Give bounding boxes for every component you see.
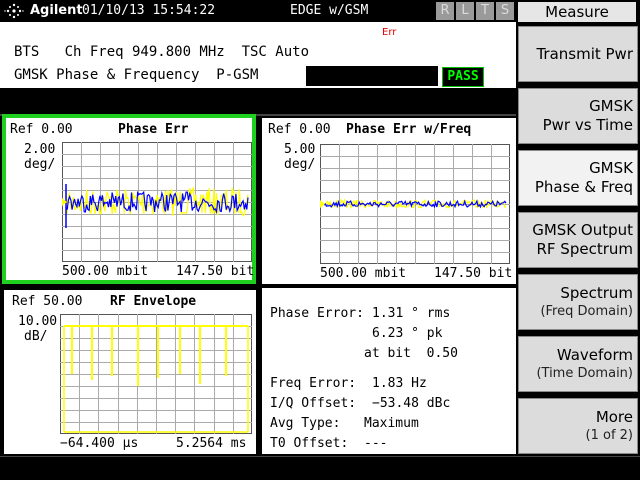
phase-err-freq-window[interactable]: Ref 0.00 Phase Err w/Freq 5.00 deg/ 500.… bbox=[262, 118, 516, 284]
phase-error-label: Phase Error: bbox=[270, 306, 364, 321]
x-start: 500.00 mbit bbox=[62, 264, 149, 279]
rf-envelope-graph bbox=[60, 314, 252, 434]
x-stop: 147.50 bit bbox=[176, 264, 255, 279]
t0-offset-value: --- bbox=[364, 436, 388, 451]
date-time: 01/10/13 15:54:22 bbox=[82, 3, 216, 18]
remote-indicator: R bbox=[436, 2, 454, 20]
listen-indicator: L bbox=[456, 2, 474, 20]
measurement-name: GMSK Phase & Frequency P-GSM bbox=[14, 67, 259, 83]
talk-indicator: T bbox=[476, 2, 494, 20]
message-box bbox=[306, 66, 438, 86]
softkey-spectrum[interactable]: Spectrum (Freq Domain) bbox=[518, 274, 638, 330]
softkey-gmsk-phase-freq[interactable]: GMSK Phase & Freq bbox=[518, 150, 638, 206]
phase-err-freq-graph bbox=[320, 144, 510, 264]
scale-unit: dB/ bbox=[24, 329, 48, 344]
brand-name: Agilent bbox=[30, 3, 83, 18]
analyzer-screen: Agilent 01/10/13 15:54:22 EDGE w/GSM R L… bbox=[0, 0, 640, 480]
softkey-panel: Measure Transmit Pwr GMSK Pwr vs Time GM… bbox=[516, 0, 640, 480]
softkey-label: Phase & Freq bbox=[534, 178, 633, 196]
softkey-sublabel: (Freq Domain) bbox=[540, 304, 633, 319]
softkey-label: More bbox=[595, 408, 633, 426]
agilent-logo-icon bbox=[4, 3, 24, 19]
softkey-label: Waveform bbox=[556, 346, 633, 364]
top-bar: Agilent 01/10/13 15:54:22 EDGE w/GSM R L… bbox=[0, 0, 516, 22]
error-indicator[interactable]: Err bbox=[382, 27, 396, 38]
softkey-label: GMSK bbox=[589, 97, 633, 115]
x-start: 500.00 mbit bbox=[320, 266, 407, 281]
softkey-label: GMSK Output bbox=[532, 221, 633, 239]
status-band bbox=[0, 88, 516, 116]
scale-value: 5.00 bbox=[284, 142, 316, 157]
scale-unit: deg/ bbox=[24, 157, 56, 172]
freq-error-value: 1.83 Hz bbox=[372, 376, 427, 391]
x-stop: 5.2564 ms bbox=[176, 436, 247, 451]
rf-envelope-window[interactable]: Ref 50.00 RF Envelope 10.00 dB/ −64.400 … bbox=[4, 290, 256, 454]
pass-badge: PASS bbox=[442, 67, 484, 87]
srq-indicator: S bbox=[496, 2, 514, 20]
softkey-sublabel: (1 of 2) bbox=[585, 428, 633, 443]
phase-error-at-bit: at bit 0.50 bbox=[364, 346, 458, 361]
softkey-transmit-pwr[interactable]: Transmit Pwr bbox=[518, 26, 638, 82]
phase-err-window[interactable]: Ref 0.00 Phase Err 2.00 deg/ 500.00 mbit… bbox=[2, 114, 256, 284]
phase-error-pk: 6.23 ° pk bbox=[372, 326, 443, 341]
window-title: Phase Err w/Freq bbox=[346, 122, 472, 137]
status-bar bbox=[0, 456, 640, 480]
softkey-waveform[interactable]: Waveform (Time Domain) bbox=[518, 336, 638, 392]
measurement-info-panel: Err BTS Ch Freq 949.800 MHz TSC Auto GMS… bbox=[0, 22, 516, 88]
softkey-gmsk-output-rf-spectrum[interactable]: GMSK Output RF Spectrum bbox=[518, 212, 638, 268]
avg-type-value: Maximum bbox=[364, 416, 419, 431]
softkey-label: Spectrum bbox=[560, 284, 633, 302]
phase-err-graph bbox=[62, 142, 252, 262]
divider bbox=[0, 114, 516, 116]
x-start: −64.400 µs bbox=[60, 436, 139, 451]
softkey-label: Transmit Pwr bbox=[536, 44, 633, 63]
scale-value: 10.00 bbox=[18, 314, 58, 329]
scale-unit: deg/ bbox=[284, 157, 316, 172]
softkey-label: GMSK bbox=[589, 159, 633, 177]
softkey-menu-title: Measure bbox=[518, 2, 636, 22]
window-title: RF Envelope bbox=[110, 294, 197, 309]
softkey-label: Pwr vs Time bbox=[542, 116, 633, 134]
metrics-window[interactable]: Phase Error: 1.31 ° rms 6.23 ° pk at bit… bbox=[262, 288, 516, 454]
softkey-sublabel: (Time Domain) bbox=[536, 366, 633, 381]
t0-offset-label: T0 Offset: bbox=[270, 436, 349, 451]
softkey-gmsk-pwr-vs-time[interactable]: GMSK Pwr vs Time bbox=[518, 88, 638, 144]
iq-offset-label: I/Q Offset: bbox=[270, 396, 357, 411]
phase-error-rms: 1.31 ° rms bbox=[372, 306, 451, 321]
mode-label: EDGE w/GSM bbox=[290, 3, 369, 18]
avg-type-label: Avg Type: bbox=[270, 416, 341, 431]
ref-level: Ref 0.00 bbox=[10, 122, 73, 137]
softkey-more[interactable]: More (1 of 2) bbox=[518, 398, 638, 454]
ref-level: Ref 50.00 bbox=[12, 294, 83, 309]
softkey-label: RF Spectrum bbox=[536, 240, 633, 258]
freq-error-label: Freq Error: bbox=[270, 376, 357, 391]
window-title: Phase Err bbox=[118, 122, 189, 137]
scale-value: 2.00 bbox=[24, 142, 56, 157]
iq-offset-value: −53.48 dBc bbox=[372, 396, 451, 411]
channel-info: BTS Ch Freq 949.800 MHz TSC Auto bbox=[14, 44, 310, 60]
x-stop: 147.50 bit bbox=[434, 266, 513, 281]
ref-level: Ref 0.00 bbox=[268, 122, 331, 137]
